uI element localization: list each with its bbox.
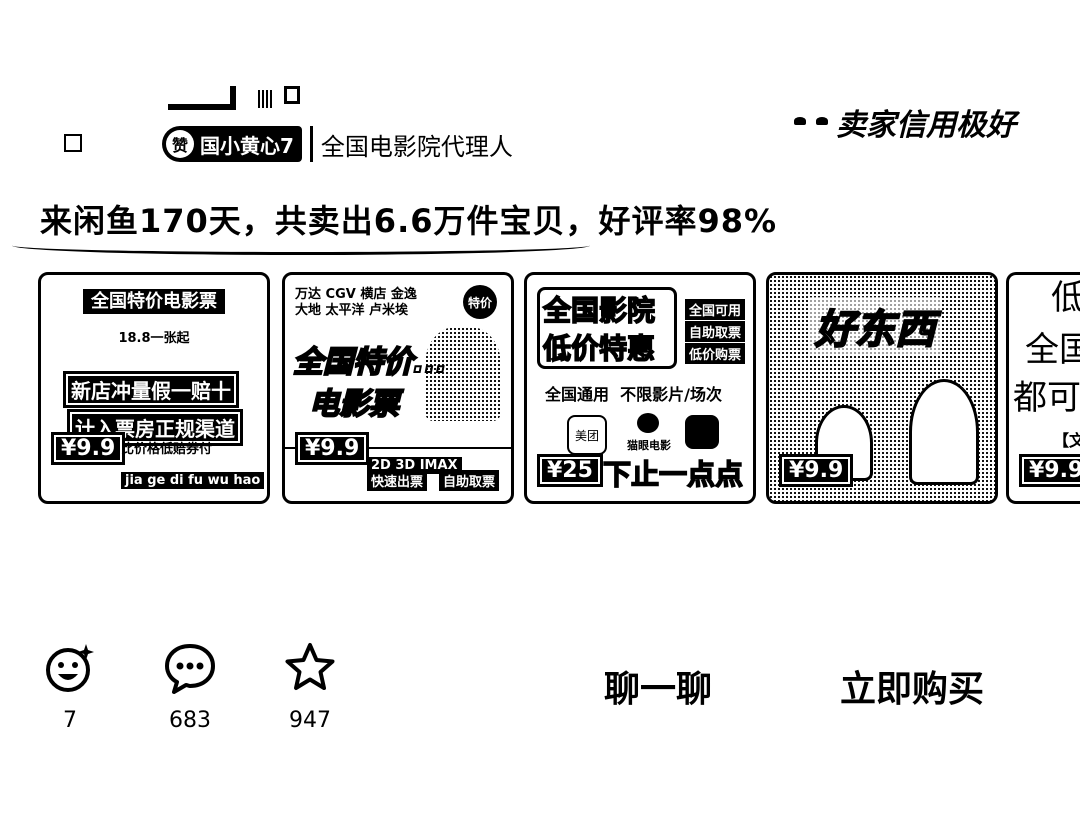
seller-role: 全国电影院代理人 xyxy=(320,132,513,161)
card-title: 全国特价电影票 xyxy=(83,289,225,314)
card-price: ¥9.9 xyxy=(1019,454,1080,487)
want-count: 7 xyxy=(63,708,77,733)
card-price: ¥25 xyxy=(537,454,603,487)
card-price: ¥9.9 xyxy=(295,432,370,465)
divider xyxy=(309,126,313,162)
card-footer: 下止一点点 xyxy=(602,457,744,492)
card-title: 好东西 xyxy=(809,297,941,355)
product-card[interactable]: 好东西 ¥9.9 xyxy=(766,272,998,504)
card-pill: 快速出票 xyxy=(367,470,428,491)
product-card[interactable]: 万达 CGV 横店 金逸 大地 太平洋 卢米埃 特价 全国特价... 电影票 ¥… xyxy=(282,272,514,504)
comment-icon xyxy=(165,644,215,694)
card-pill: 自助取票 xyxy=(439,470,500,491)
seller-name-redacted xyxy=(168,86,236,110)
avatar[interactable] xyxy=(64,134,82,152)
product-card[interactable]: 全国特价电影票 18.8一张起 新店冲量假一赔十 计入票房正规渠道 ¥9.9 比… xyxy=(38,272,270,504)
card-title: 全国影院 xyxy=(542,293,656,328)
card-title: 低价特惠 xyxy=(542,331,656,366)
card-subtitle: 全国通用 不限影片/场次 xyxy=(545,385,722,404)
card-side-tag: 自助取票 xyxy=(684,321,745,342)
card-subtitle: 18.8一张起 xyxy=(118,331,190,346)
card-text: 低 xyxy=(1051,279,1080,317)
card-illustration xyxy=(425,327,501,421)
comment-count: 683 xyxy=(169,708,211,733)
want-icon xyxy=(46,644,94,692)
seller-name-redacted-box xyxy=(284,86,300,104)
badge-icon: 赞 xyxy=(166,130,194,158)
card-price: ¥9.9 xyxy=(779,454,854,487)
card-side-tag: 全国可用 xyxy=(684,299,745,320)
product-card[interactable]: 低 全国 都可 【文 ¥9.9 xyxy=(1006,272,1080,504)
meituan-logo: 美团 xyxy=(567,415,607,455)
comment-action[interactable]: 683 xyxy=(160,640,220,733)
card-price: ¥9.9 xyxy=(51,432,126,465)
seller-badge-row: 赞 国小黄心7 全国电影院代理人 xyxy=(162,124,513,164)
card-illustration xyxy=(909,379,979,485)
star-icon xyxy=(285,643,335,690)
credit-icon xyxy=(794,113,828,131)
card-badge: 特价 xyxy=(463,285,497,319)
seller-credit[interactable]: 卖家信用极好 xyxy=(794,100,1016,144)
favorite-count: 947 xyxy=(289,708,331,733)
credit-label: 卖家信用极好 xyxy=(836,108,1016,143)
maoyan-icon xyxy=(637,413,659,433)
product-card[interactable]: 全国影院 低价特惠 全国可用 自助取票 低价购票 全国通用 不限影片/场次 美团… xyxy=(524,272,756,504)
favorite-action[interactable]: 947 xyxy=(280,640,340,733)
card-top-text: 大地 太平洋 卢米埃 xyxy=(295,303,409,318)
card-small-text: 【文 xyxy=(1053,431,1080,450)
want-action[interactable]: 7 xyxy=(40,640,100,733)
card-side-tag: 低价购票 xyxy=(684,343,745,364)
card-text: 全国 xyxy=(1025,330,1080,370)
buy-now-button[interactable]: 立即购买 xyxy=(840,660,984,712)
card-footer: 比价格低赔券付 xyxy=(121,442,213,457)
taopiaopiao-logo xyxy=(685,415,719,449)
product-image-strip[interactable]: 全国特价电影票 18.8一张起 新店冲量假一赔十 计入票房正规渠道 ¥9.9 比… xyxy=(38,272,1080,506)
card-tag: 新店冲量假一赔十 xyxy=(63,371,239,408)
stats-underline xyxy=(12,236,590,255)
seller-name-redacted-mark xyxy=(258,90,274,108)
badge-text: 国小黄心7 xyxy=(200,133,294,158)
chat-button[interactable]: 聊一聊 xyxy=(604,660,712,712)
card-footer-pinyin: jia ge di fu wu hao xyxy=(121,472,265,489)
card-text: 都可 xyxy=(1013,378,1080,418)
card-title: 电影票 xyxy=(308,386,400,423)
seller-level-badge[interactable]: 赞 国小黄心7 xyxy=(162,126,302,162)
